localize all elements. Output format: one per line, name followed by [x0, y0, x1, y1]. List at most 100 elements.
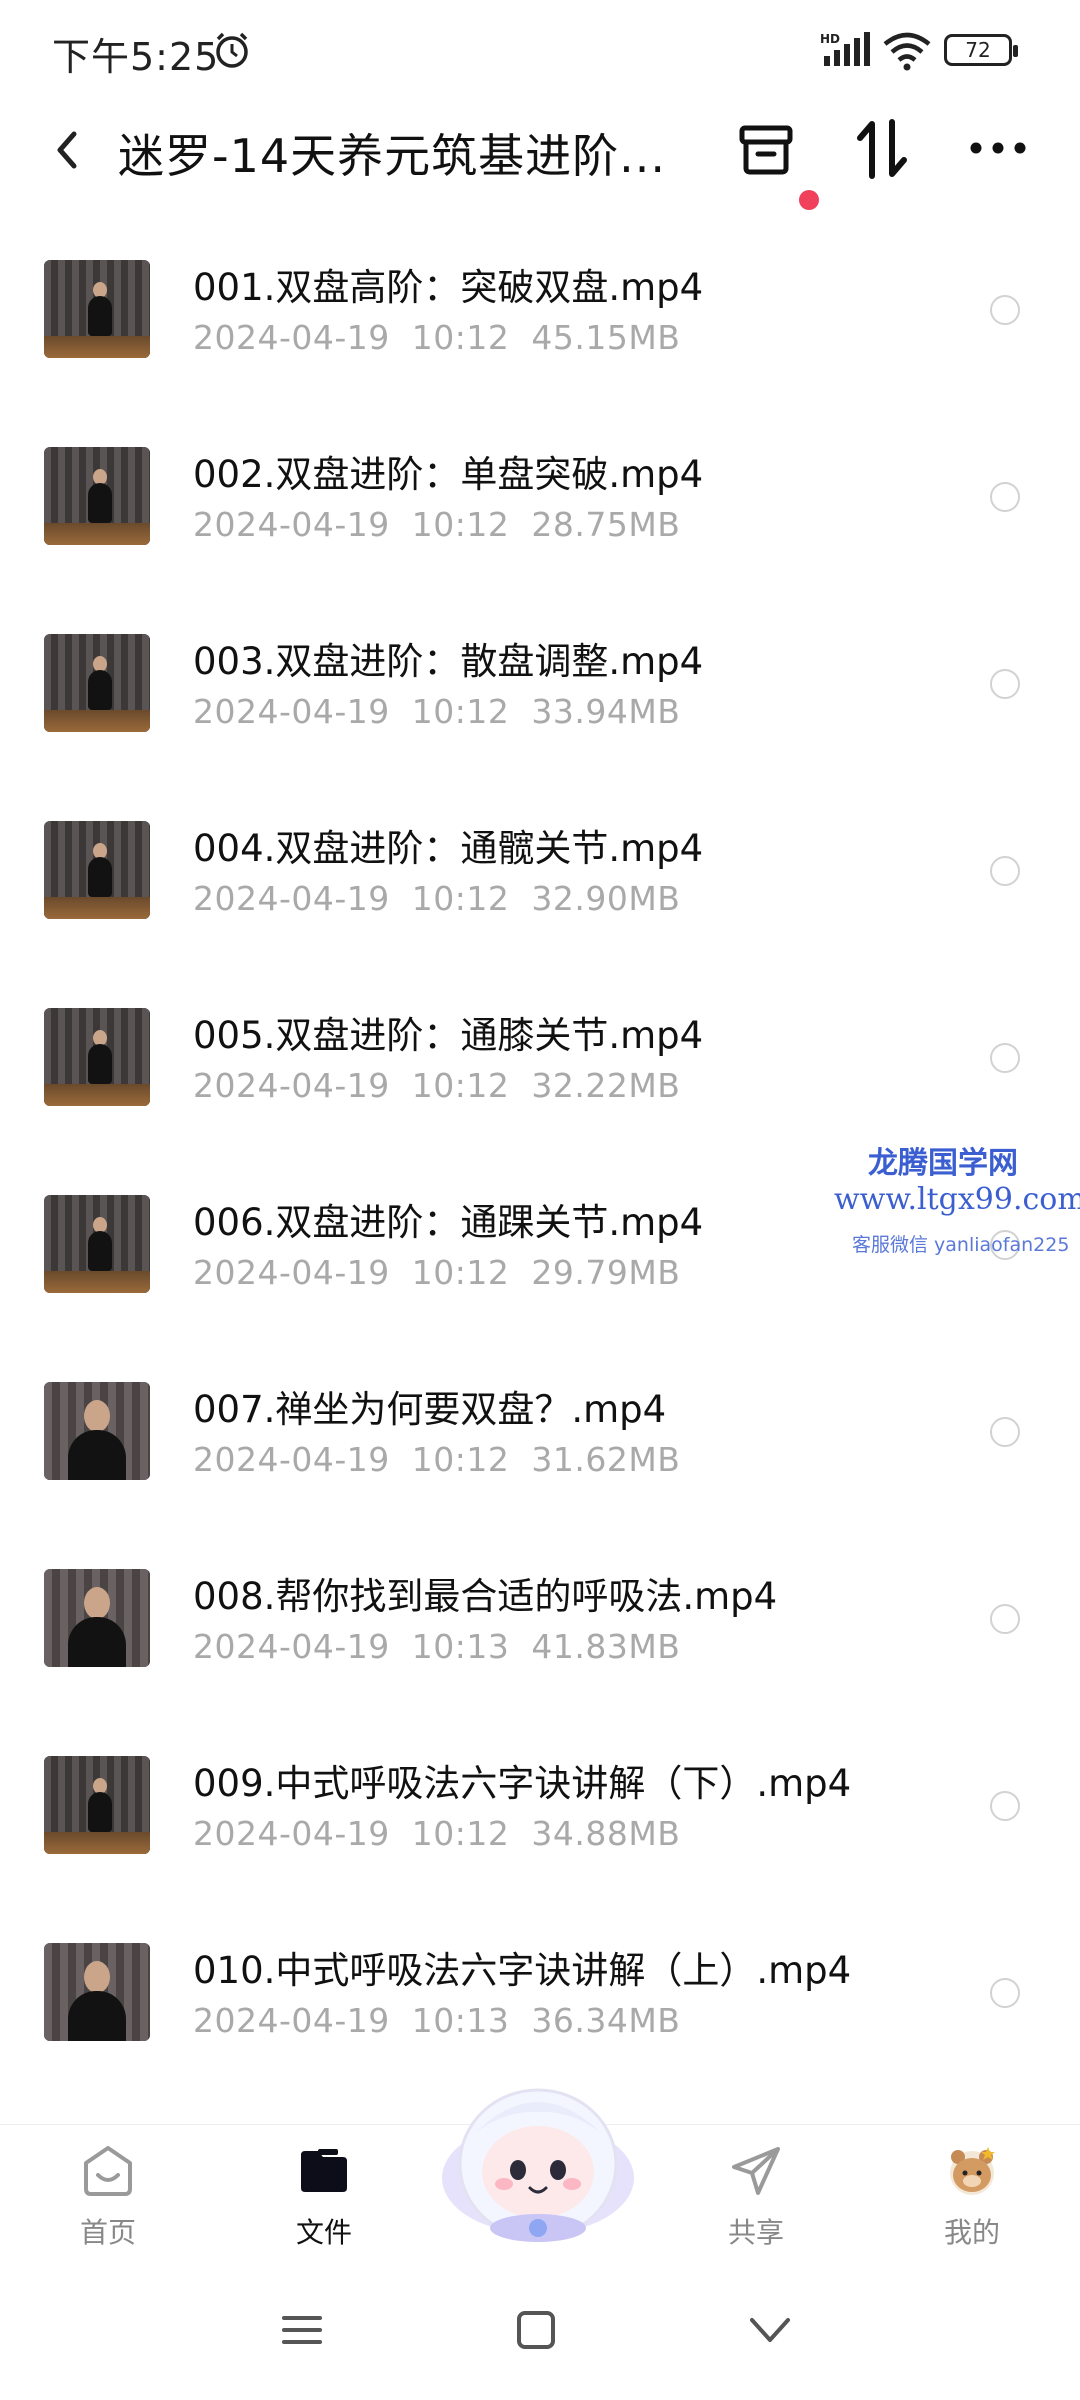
file-name: 005.双盘进阶：通膝关节.mp4 [193, 1014, 704, 1057]
file-name: 002.双盘进阶：单盘突破.mp4 [193, 453, 704, 496]
nav-label: 文件 [295, 2216, 352, 2249]
file-name: 008.帮你找到最合适的呼吸法.mp4 [193, 1575, 778, 1618]
top-bar: 迷罗-14天养元筑基进阶... [0, 100, 1080, 210]
file-meta: 2024-04-19 10:13 36.34MB [193, 2001, 680, 2040]
file-row-10[interactable]: 010.中式呼吸法六字诀讲解（上）.mp4 2024-04-19 10:13 3… [0, 1898, 1080, 2085]
video-thumbnail [44, 447, 150, 545]
system-nav-bar [0, 2270, 1080, 2400]
video-thumbnail [44, 1008, 150, 1106]
file-row-5[interactable]: 005.双盘进阶：通膝关节.mp4 2024-04-19 10:12 32.22… [0, 963, 1080, 1150]
select-radio[interactable] [990, 295, 1020, 325]
file-date: 2024-04-19 [193, 2001, 390, 2040]
file-size: 31.62MB [531, 1440, 681, 1479]
folder-icon [301, 2149, 347, 2192]
wifi-icon [883, 32, 931, 71]
file-time: 10:12 [411, 1440, 510, 1479]
file-time: 10:12 [411, 505, 510, 544]
video-thumbnail [44, 1943, 150, 2041]
file-date: 2024-04-19 [193, 692, 390, 731]
assistant-mascot-icon[interactable] [438, 2068, 638, 2248]
select-radio[interactable] [990, 1604, 1020, 1634]
nav-home[interactable]: 首页 [28, 2125, 188, 2255]
file-meta: 2024-04-19 10:12 33.94MB [193, 692, 680, 731]
nav-label: 首页 [79, 2216, 136, 2249]
select-radio[interactable] [990, 1791, 1020, 1821]
notification-dot [799, 190, 819, 210]
select-radio[interactable] [990, 856, 1020, 886]
watermark-url: www.ltgx99.com [834, 1182, 1080, 1217]
nav-profile[interactable]: 我的 [892, 2125, 1052, 2255]
select-radio[interactable] [990, 669, 1020, 699]
select-radio[interactable] [990, 1043, 1020, 1073]
file-name: 007.禅坐为何要双盘？.mp4 [193, 1388, 667, 1431]
video-thumbnail [44, 1382, 150, 1480]
alarm-icon [216, 32, 248, 68]
file-size: 32.22MB [531, 1066, 681, 1105]
file-time: 10:12 [411, 318, 510, 357]
file-row-3[interactable]: 003.双盘进阶：散盘调整.mp4 2024-04-19 10:12 33.94… [0, 589, 1080, 776]
file-time: 10:12 [411, 692, 510, 731]
video-thumbnail [44, 1756, 150, 1854]
file-meta: 2024-04-19 10:12 32.90MB [193, 879, 680, 918]
file-meta: 2024-04-19 10:12 45.15MB [193, 318, 680, 357]
back-icon[interactable] [44, 120, 92, 180]
file-meta: 2024-04-19 10:13 41.83MB [193, 1627, 680, 1666]
sort-icon[interactable] [852, 116, 912, 182]
select-radio[interactable] [990, 1417, 1020, 1447]
menu-icon[interactable] [282, 2310, 322, 2350]
nav-share[interactable]: 共享 [676, 2125, 836, 2255]
nav-label: 共享 [727, 2216, 784, 2249]
send-icon [732, 2147, 780, 2195]
file-time: 10:12 [411, 879, 510, 918]
video-thumbnail [44, 634, 150, 732]
file-row-8[interactable]: 008.帮你找到最合适的呼吸法.mp4 2024-04-19 10:13 41.… [0, 1524, 1080, 1711]
file-name: 003.双盘进阶：散盘调整.mp4 [193, 640, 704, 683]
more-icon[interactable] [968, 138, 1028, 158]
file-row-9[interactable]: 009.中式呼吸法六字诀讲解（下）.mp4 2024-04-19 10:12 3… [0, 1711, 1080, 1898]
battery-level: 72 [965, 38, 991, 62]
file-date: 2024-04-19 [193, 879, 390, 918]
file-size: 41.83MB [531, 1627, 681, 1666]
file-size: 29.79MB [531, 1253, 681, 1292]
file-date: 2024-04-19 [193, 1066, 390, 1105]
file-row-4[interactable]: 004.双盘进阶：通髋关节.mp4 2024-04-19 10:12 32.90… [0, 776, 1080, 963]
avatar-icon [950, 2147, 995, 2195]
file-date: 2024-04-19 [193, 1814, 390, 1853]
file-date: 2024-04-19 [193, 1627, 390, 1666]
status-time: 下午5:25 [52, 35, 220, 79]
video-thumbnail [44, 1569, 150, 1667]
file-meta: 2024-04-19 10:12 29.79MB [193, 1253, 680, 1292]
watermark-contact: 客服微信 yanliaofan225 [852, 1234, 1070, 1256]
nav-label: 我的 [943, 2216, 1000, 2249]
file-time: 10:12 [411, 1066, 510, 1105]
chevron-down-icon[interactable] [748, 2314, 792, 2346]
file-size: 33.94MB [531, 692, 681, 731]
home-square-icon[interactable] [516, 2310, 556, 2350]
file-size: 34.88MB [531, 1814, 681, 1853]
file-date: 2024-04-19 [193, 505, 390, 544]
file-name: 010.中式呼吸法六字诀讲解（上）.mp4 [193, 1949, 852, 1992]
file-row-2[interactable]: 002.双盘进阶：单盘突破.mp4 2024-04-19 10:12 28.75… [0, 402, 1080, 589]
file-time: 10:12 [411, 1814, 510, 1853]
network-label: HD [820, 32, 840, 46]
file-meta: 2024-04-19 10:12 32.22MB [193, 1066, 680, 1105]
file-name: 004.双盘进阶：通髋关节.mp4 [193, 827, 704, 870]
video-thumbnail [44, 821, 150, 919]
file-name: 009.中式呼吸法六字诀讲解（下）.mp4 [193, 1762, 852, 1805]
file-date: 2024-04-19 [193, 1440, 390, 1479]
file-name: 006.双盘进阶：通踝关节.mp4 [193, 1201, 704, 1244]
file-size: 32.90MB [531, 879, 681, 918]
nav-files[interactable]: 文件 [244, 2125, 404, 2255]
page-title: 迷罗-14天养元筑基进阶... [118, 129, 666, 183]
file-row-7[interactable]: 007.禅坐为何要双盘？.mp4 2024-04-19 10:12 31.62M… [0, 1337, 1080, 1524]
file-meta: 2024-04-19 10:12 31.62MB [193, 1440, 680, 1479]
file-row-1[interactable]: 001.双盘高阶：突破双盘.mp4 2024-04-19 10:12 45.15… [0, 215, 1080, 402]
transfer-list-icon[interactable] [736, 118, 796, 178]
file-time: 10:13 [411, 1627, 510, 1666]
signal-icon: HD [820, 32, 870, 66]
select-radio[interactable] [990, 1978, 1020, 2008]
file-size: 45.15MB [531, 318, 681, 357]
select-radio[interactable] [990, 482, 1020, 512]
file-time: 10:12 [411, 1253, 510, 1292]
file-size: 36.34MB [531, 2001, 681, 2040]
